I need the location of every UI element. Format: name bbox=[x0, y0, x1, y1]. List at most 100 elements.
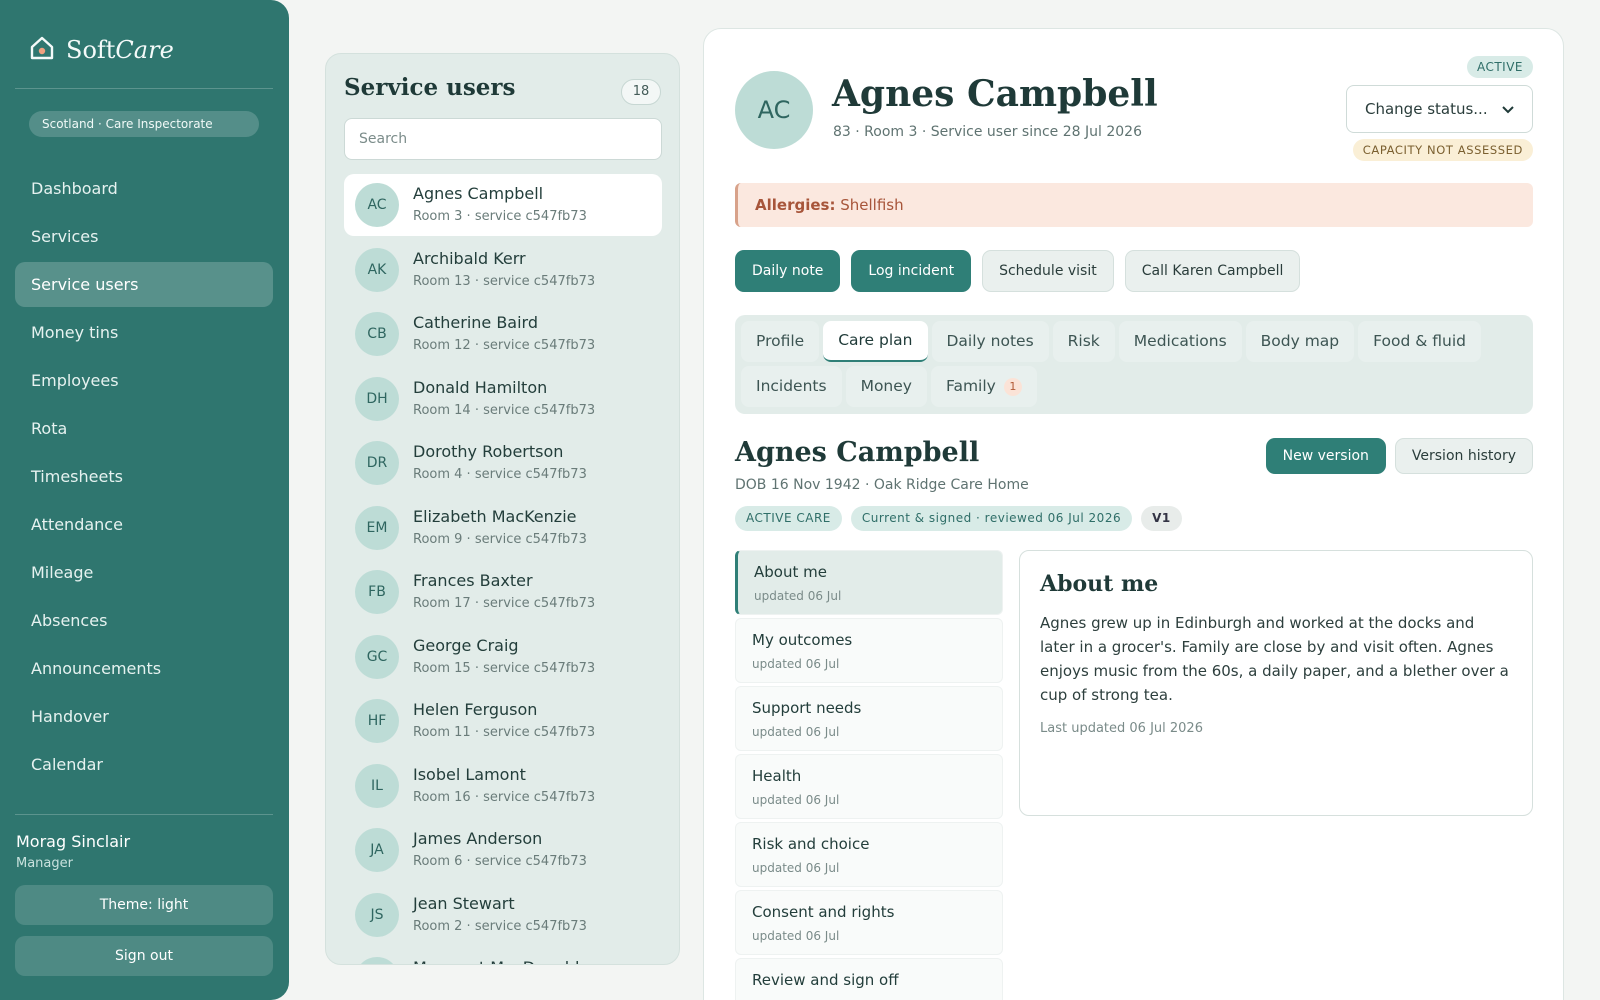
list-item[interactable]: IL Isobel Lamont Room 16 · service c547fb7… bbox=[344, 755, 662, 817]
care-plan-name: Agnes Campbell bbox=[735, 437, 980, 468]
service-user-name: Jean Stewart bbox=[413, 893, 515, 913]
sidebar-item-rota[interactable]: Rota bbox=[15, 406, 273, 451]
sidebar-item-employees[interactable]: Employees bbox=[15, 358, 273, 403]
list-item[interactable]: GC George Craig Room 15 · service c547fb73 bbox=[344, 626, 662, 688]
profile-name: Agnes Campbell bbox=[832, 73, 1158, 115]
service-user-name: Dorothy Robertson bbox=[413, 442, 564, 461]
sidebar-item-mileage[interactable]: Mileage bbox=[15, 550, 273, 595]
about-me-text: Agnes grew up in Edinburgh and worked at… bbox=[1040, 614, 1509, 704]
home-logo-icon bbox=[28, 34, 56, 66]
list-item[interactable]: FB Frances Baxter Room 17 · service c547fb… bbox=[344, 561, 662, 623]
tab-food-and-fluid[interactable]: Food & fluid bbox=[1358, 321, 1481, 362]
theme-toggle-button[interactable]: Theme: light bbox=[15, 885, 273, 925]
tab-label: Food & fluid bbox=[1373, 332, 1466, 350]
list-item[interactable]: AK Archibald Kerr Room 13 · service c547fb… bbox=[344, 239, 662, 301]
section-updated: updated 06 Jul bbox=[752, 793, 840, 807]
list-item[interactable]: HF Helen Ferguson Room 11 · service c547fb… bbox=[344, 690, 662, 752]
sidebar-divider bbox=[15, 88, 273, 89]
section-title: Support needs bbox=[752, 699, 862, 717]
daily-note-button[interactable]: Daily note bbox=[735, 250, 841, 292]
new-version-button[interactable]: New version bbox=[1265, 438, 1386, 474]
section-risk-and-choice[interactable]: Risk and choice updated 06 Jul bbox=[735, 822, 1003, 887]
brand[interactable]: SoftCare bbox=[28, 34, 174, 66]
status-badge: ACTIVE bbox=[1466, 56, 1533, 78]
sidebar-item-absences[interactable]: Absences bbox=[15, 598, 273, 643]
section-updated: updated 06 Jul bbox=[752, 861, 840, 875]
section-health[interactable]: Health updated 06 Jul bbox=[735, 754, 1003, 819]
sidebar-item-announcements[interactable]: Announcements bbox=[15, 646, 273, 691]
section-title: Health bbox=[752, 767, 802, 785]
care-plan-actions: New version Version history bbox=[1265, 438, 1533, 474]
service-user-room: Room 9 · service c547fb73 bbox=[413, 531, 587, 547]
section-updated: updated 06 Jul bbox=[754, 589, 842, 603]
active-care-chip: ACTIVE CARE bbox=[735, 506, 842, 531]
service-user-room: Room 12 · service c547fb73 bbox=[413, 338, 596, 353]
section-title: About me bbox=[754, 563, 827, 581]
search-input[interactable] bbox=[344, 118, 662, 160]
avatar: MM bbox=[355, 957, 399, 964]
sidebar-item-handover[interactable]: Handover bbox=[15, 694, 273, 739]
sidebar-item-calendar[interactable]: Calendar bbox=[15, 742, 273, 787]
tab-label: Family bbox=[945, 377, 996, 395]
schedule-visit-button[interactable]: Schedule visit bbox=[982, 250, 1114, 292]
about-me-title: About me bbox=[1040, 571, 1159, 597]
tab-label: Medications bbox=[1133, 332, 1227, 350]
change-status-select[interactable]: Change status... bbox=[1346, 85, 1533, 133]
sidebar-item-dashboard[interactable]: Dashboard bbox=[15, 166, 273, 211]
section-consent-and-rights[interactable]: Consent and rights updated 06 Jul bbox=[735, 890, 1003, 955]
sidebar-item-attendance[interactable]: Attendance bbox=[15, 502, 273, 547]
service-user-room: Room 17 · service c547fb73 bbox=[413, 596, 596, 611]
list-item[interactable]: MM Margaret MacDonald bbox=[344, 948, 662, 964]
tab-label: Money bbox=[860, 377, 912, 395]
brand-name-plain: Soft bbox=[66, 36, 116, 64]
service-users-list: AC Agnes Campbell Room 3 · service c547fb7… bbox=[344, 174, 662, 964]
list-item[interactable]: AC Agnes Campbell Room 3 · service c547fb7… bbox=[344, 174, 662, 236]
profile-panel: AC Agnes Campbell 83 · Room 3 · Service … bbox=[703, 28, 1564, 1000]
list-item[interactable]: JS Jean Stewart Room 2 · service c547fb73 bbox=[344, 884, 662, 946]
tab-body-map[interactable]: Body map bbox=[1245, 321, 1355, 362]
list-item[interactable]: EM Elizabeth MacKenzie Room 9 · service c5… bbox=[344, 497, 662, 559]
tab-profile[interactable]: Profile bbox=[741, 321, 820, 362]
sidebar-item-service-users[interactable]: Service users bbox=[15, 262, 273, 307]
avatar: JA bbox=[355, 828, 399, 872]
sidebar-divider bbox=[15, 814, 273, 815]
care-plan-sections: About me updated 06 Jul My outcomes updated… bbox=[735, 550, 1003, 1000]
list-item[interactable]: CB Catherine Baird Room 12 · service c547f… bbox=[344, 303, 662, 365]
tab-medications[interactable]: Medications bbox=[1118, 321, 1242, 362]
list-item[interactable]: JA James Anderson Room 6 · service c547fb7… bbox=[344, 819, 662, 881]
sidebar-item-money-tins[interactable]: Money tins bbox=[15, 310, 273, 355]
about-me-card: About me Agnes grew up in Edinburgh and … bbox=[1019, 550, 1533, 816]
tab-family[interactable]: Family 1 bbox=[930, 366, 1037, 407]
tab-care-plan[interactable]: Care plan bbox=[823, 321, 928, 362]
quick-actions: Daily note Log incident Schedule visit C… bbox=[735, 250, 1301, 292]
tab-daily-notes[interactable]: Daily notes bbox=[931, 321, 1049, 362]
sidebar-item-timesheets[interactable]: Timesheets bbox=[15, 454, 273, 499]
service-user-name: Elizabeth MacKenzie bbox=[413, 506, 577, 526]
section-about-me[interactable]: About me updated 06 Jul bbox=[735, 550, 1003, 615]
care-plan-chips: ACTIVE CARE Current & signed · reviewed … bbox=[735, 506, 1182, 531]
list-item[interactable]: DH Donald Hamilton Room 14 · service c547f… bbox=[344, 368, 662, 430]
tab-money[interactable]: Money bbox=[845, 366, 927, 407]
section-review-and-sign-off[interactable]: Review and sign off bbox=[735, 958, 1003, 1000]
section-updated: updated 06 Jul bbox=[752, 657, 840, 671]
sign-out-button[interactable]: Sign out bbox=[15, 936, 273, 976]
tab-incidents[interactable]: Incidents bbox=[741, 366, 842, 407]
service-users-panel: Service users 18 AC Agnes Campbell Room 3 … bbox=[325, 53, 680, 965]
brand-name: SoftCare bbox=[66, 36, 174, 64]
service-user-name: Isobel Lamont bbox=[413, 764, 526, 784]
care-plan-subtitle: DOB 16 Nov 1942 · Oak Ridge Care Home bbox=[735, 477, 1029, 493]
call-contact-button[interactable]: Call Karen Campbell bbox=[1124, 250, 1301, 292]
service-user-room: Room 4 · service c547fb73 bbox=[413, 467, 587, 482]
service-user-name: Frances Baxter bbox=[413, 571, 533, 590]
version-chip: V1 bbox=[1141, 506, 1182, 531]
log-incident-button[interactable]: Log incident bbox=[851, 250, 972, 292]
version-history-button[interactable]: Version history bbox=[1394, 438, 1533, 474]
service-user-name: Catherine Baird bbox=[413, 313, 539, 332]
service-user-name: Donald Hamilton bbox=[413, 377, 548, 397]
sidebar-item-services[interactable]: Services bbox=[15, 214, 273, 259]
section-support-needs[interactable]: Support needs updated 06 Jul bbox=[735, 686, 1003, 751]
section-title: Review and sign off bbox=[752, 971, 899, 989]
list-item[interactable]: DR Dorothy Robertson Room 4 · service c547… bbox=[344, 432, 662, 494]
section-my-outcomes[interactable]: My outcomes updated 06 Jul bbox=[735, 618, 1003, 683]
tab-risk[interactable]: Risk bbox=[1052, 321, 1115, 362]
